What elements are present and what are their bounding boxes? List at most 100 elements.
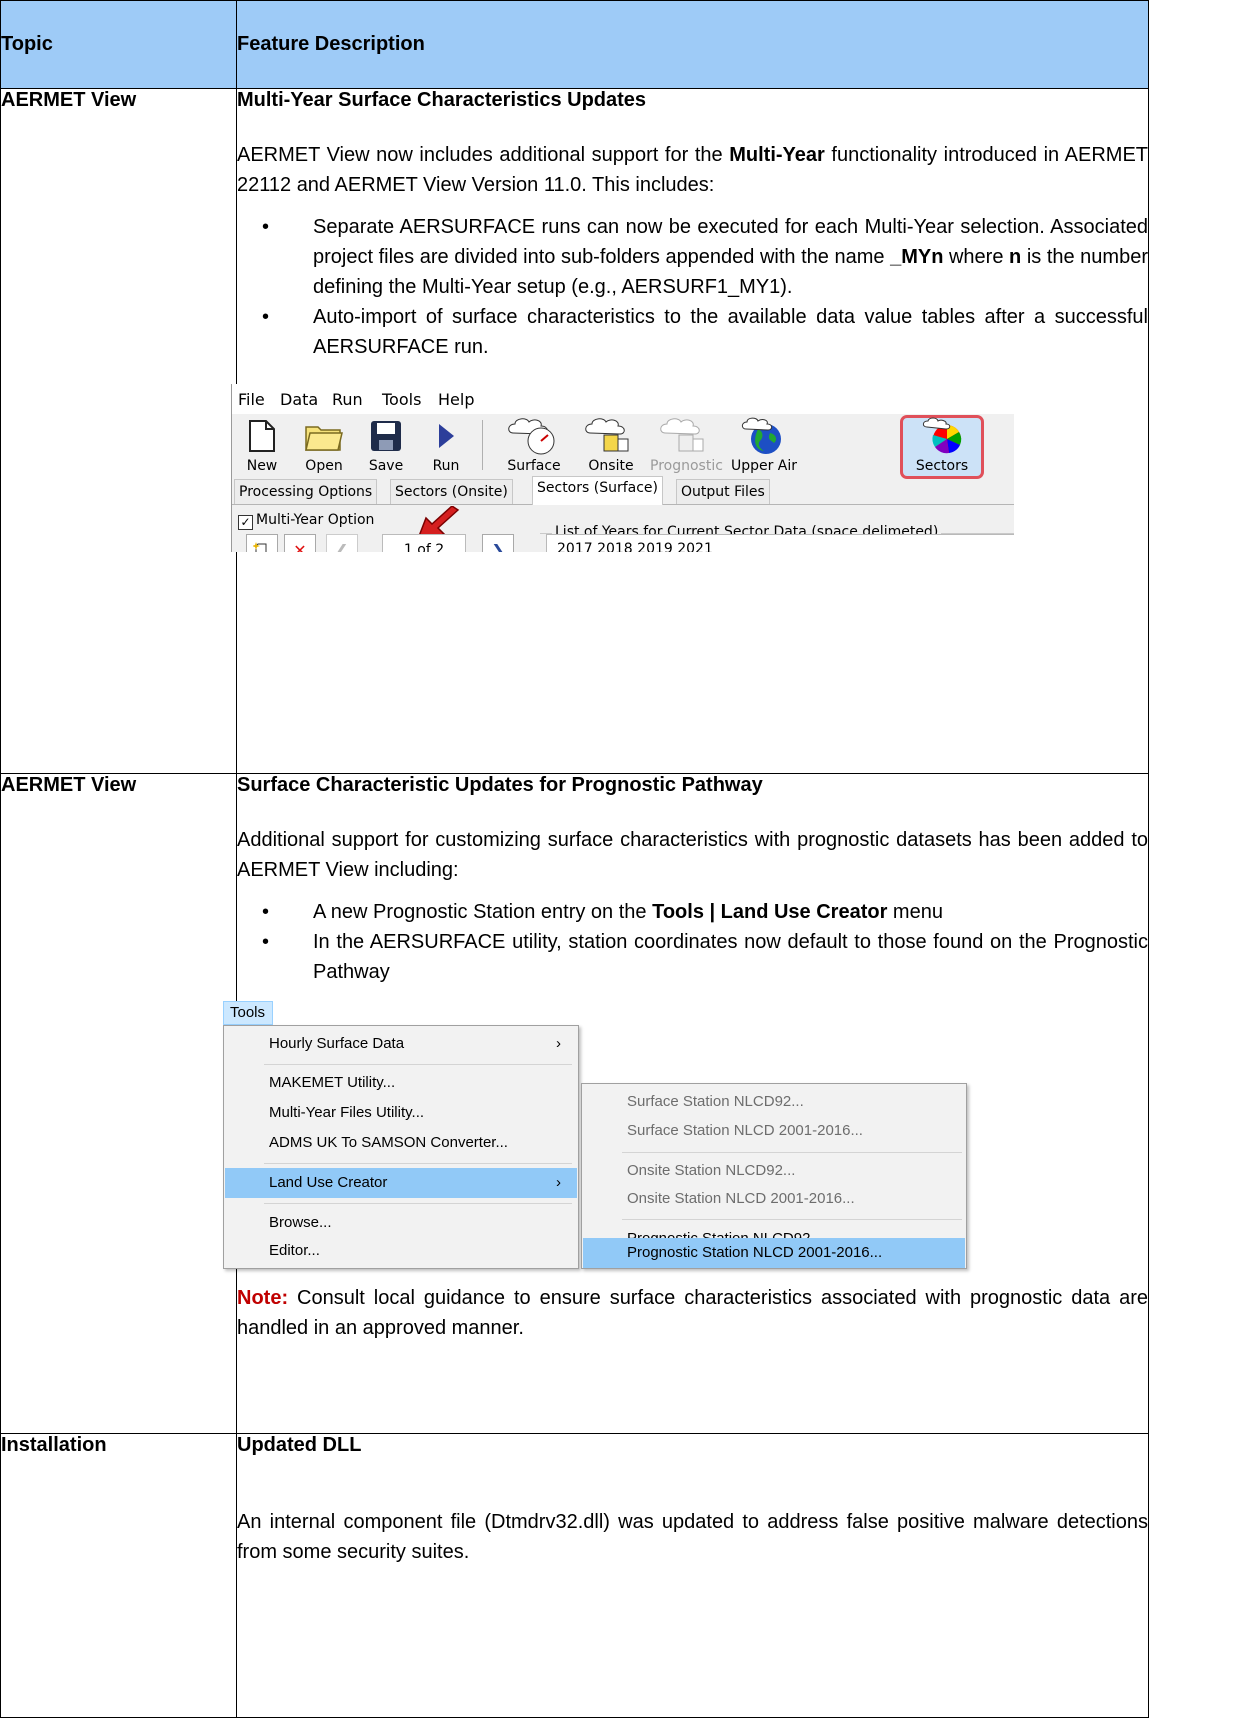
menu-item-land-use-creator[interactable]: Land Use Creator › [225,1168,577,1198]
surface-label: Surface [507,458,561,474]
menu-file[interactable]: File [238,390,265,409]
checkbox-label: Multi-Year Option [256,512,375,528]
header-topic: Topic [0,0,237,89]
new-button[interactable]: New [232,418,292,474]
chevron-right-icon: › [556,1035,561,1052]
note-text: Consult local guidance to ensure surface… [237,1287,1148,1339]
table-row: AERMET View Multi-Year Surface Character… [0,88,1149,774]
new-entry-button[interactable] [246,534,278,552]
feature-paragraph: Additional support for customizing surfa… [237,829,1148,881]
feature-table: Topic Feature Description AERMET View Mu… [0,0,1149,1718]
submenu-item-onsite-nlcd2001[interactable]: Onsite Station NLCD 2001-2016... [583,1184,965,1214]
tools-menu-header[interactable]: Tools [223,1001,273,1025]
menu-data[interactable]: Data [280,390,318,409]
submenu-item-surface-nlcd92[interactable]: Surface Station NLCD92... [583,1087,965,1117]
submenu-item-surface-nlcd2001[interactable]: Surface Station NLCD 2001-2016... [583,1116,965,1146]
play-icon [439,424,454,448]
bullet-icon: • [262,216,270,238]
run-button[interactable]: Run [416,418,476,474]
prognostic-button[interactable]: Prognostic [650,418,723,474]
run-label: Run [432,458,460,474]
tab-sectors-onsite[interactable]: Sectors (Onsite) [390,479,513,504]
bullet-icon: • [262,901,270,923]
surface-button[interactable]: Surface [498,418,570,474]
feature-title: Surface Characteristic Updates for Progn… [237,774,763,796]
save-button[interactable]: Save [356,418,416,474]
save-disk-icon [371,421,401,451]
tab-sectors-surface[interactable]: Sectors (Surface) [532,476,664,505]
chevron-right-icon: ❯ [491,540,505,553]
feature-title: Multi-Year Surface Characteristics Updat… [237,89,647,111]
onsite-label: Onsite [588,458,634,474]
bold-text: Tools | Land Use Creator [652,901,888,923]
delete-button[interactable]: ✕ [284,534,316,552]
menu-item-multi-year-files[interactable]: Multi-Year Files Utility... [225,1098,577,1128]
menu-item-browse[interactable]: Browse... [225,1208,577,1238]
previous-button[interactable]: ❮ [326,534,358,552]
menu-item-editor[interactable]: Editor... [225,1236,577,1266]
list-item: • A new Prognostic Station entry on the T… [262,897,1148,927]
years-input[interactable]: 2017 2018 2019 2021 [546,534,1014,552]
bullet-list: • A new Prognostic Station entry on the T… [237,897,1148,987]
menu-item-adms-converter[interactable]: ADMS UK To SAMSON Converter... [225,1128,577,1158]
bold-text: _MYn [890,246,944,268]
submenu-item-prognostic-nlcd2001[interactable]: Prognostic Station NLCD 2001-2016... [583,1238,965,1268]
tab-strip: Processing Options Sectors (Onsite) Sect… [232,476,1014,505]
chevron-right-icon: › [556,1174,561,1191]
toolbar-separator [482,420,483,470]
list-item: • Auto-import of surface characteristics … [262,302,1148,362]
menu-separator [622,1219,962,1220]
multi-year-checkbox[interactable]: ✓ Multi-Year Option [238,512,374,530]
surface-cloud-gauge-icon [508,418,555,455]
list-item: • In the AERSURFACE utility, station coor… [262,927,1148,987]
page-counter: 1 of 2 [382,534,466,552]
note-paragraph: Note: Consult local guidance to ensure s… [237,1283,1148,1343]
next-button[interactable]: ❯ [482,534,514,552]
tools-menu: Hourly Surface Data › MAKEMET Utility... … [223,1025,579,1269]
menu-item-label: Hourly Surface Data [269,1035,405,1052]
menu-separator [264,1163,572,1164]
sectors-pie-icon [922,417,962,454]
toolbar: New Open Save Run Surface Onsite Prognos… [232,417,1014,474]
feature-paragraph: An internal component file (Dtmdrv32.dll… [237,1511,1148,1563]
menu-tools[interactable]: Tools [382,390,421,409]
bullet-icon: • [262,306,270,328]
table-header-row: Topic Feature Description [0,0,1149,89]
bold-text: Multi-Year [729,144,825,166]
list-item: • Separate AERSURFACE runs can now be exe… [262,212,1148,302]
aermet-screenshot: File Data Run Tools Help New Open Save R… [231,384,1014,552]
upper-air-label: Upper Air [730,458,798,474]
text-span: In the AERSURFACE utility, station coord… [313,931,1148,983]
new-file-icon [249,420,275,452]
menu-run[interactable]: Run [332,390,363,409]
open-button[interactable]: Open [294,418,354,474]
menu-help[interactable]: Help [438,390,474,409]
menu-item-hourly-surface[interactable]: Hourly Surface Data › [225,1029,577,1059]
row-topic: AERMET View [1,89,137,111]
text-span: AERMET View now includes additional supp… [237,144,730,166]
text-span: where [943,246,1010,268]
menu-bar: File Data Run Tools Help [232,384,1014,414]
folder-icon [305,426,343,451]
save-label: Save [368,458,404,474]
sectors-button[interactable]: Sectors [908,417,976,474]
upper-air-button[interactable]: Upper Air [726,417,802,474]
onsite-cloud-station-icon [585,418,629,452]
submenu-item-onsite-nlcd92[interactable]: Onsite Station NLCD92... [583,1156,965,1186]
tab-processing-options[interactable]: Processing Options [234,479,378,504]
table-row: Installation Updated DLL An internal com… [0,1433,1149,1718]
menu-separator [264,1203,572,1204]
sectors-label: Sectors [915,458,969,474]
menu-item-makemet[interactable]: MAKEMET Utility... [225,1068,577,1098]
table-row: AERMET View Surface Characteristic Updat… [0,773,1149,1434]
globe-cloud-icon [741,417,781,454]
new-label: New [246,458,278,474]
bullet-list: • Separate AERSURFACE runs can now be exe… [237,212,1148,362]
tab-output-files[interactable]: Output Files [676,479,770,504]
header-feature: Feature Description [236,0,1149,89]
checkmark-icon: ✓ [238,515,253,530]
prognostic-cloud-icon [660,418,704,452]
onsite-button[interactable]: Onsite [576,418,646,474]
prognostic-label: Prognostic [650,458,723,474]
text-span: menu [887,901,943,923]
